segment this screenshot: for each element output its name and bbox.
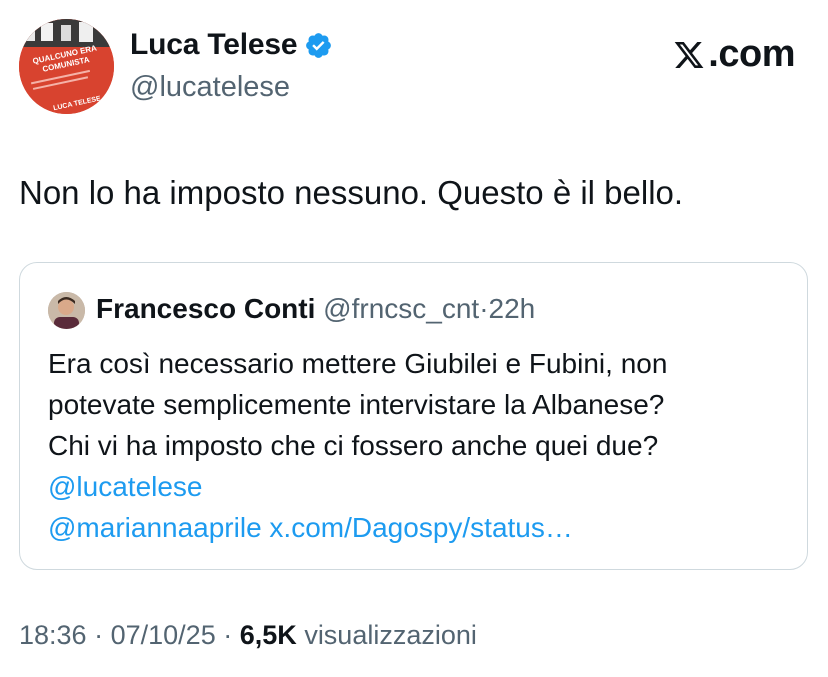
quoted-time[interactable]: 22h	[489, 293, 536, 324]
author-name[interactable]: Luca Telese	[130, 28, 298, 62]
quoted-text-line: potevate semplicemente intervistare la A…	[48, 389, 665, 420]
tweet-text: Non lo ha imposto nessuno. Questo è il b…	[19, 174, 684, 211]
mention-link[interactable]: @lucatelese	[48, 466, 793, 507]
x-logo-icon	[674, 41, 704, 68]
footer-separator: ·	[94, 620, 104, 650]
quoted-text-line: Era così necessario mettere Giubilei e F…	[48, 348, 668, 379]
brand-domain: .com	[708, 33, 795, 75]
quoted-header: Francesco Conti @frncsc_cnt·22h	[96, 293, 535, 325]
quoted-avatar[interactable]	[48, 292, 85, 329]
status-link[interactable]: x.com/Dagospy/status…	[269, 512, 572, 543]
footer-separator: ·	[223, 620, 233, 650]
author-avatar[interactable]: QUALCUNO ERA COMUNISTA LUCA TELESE	[19, 19, 114, 114]
tweet-footer: 18:36 · 07/10/25 · 6,5K visualizzazioni	[19, 620, 477, 651]
views-label: visualizzazioni	[304, 620, 477, 650]
quoted-author-name[interactable]: Francesco Conti	[96, 293, 315, 324]
quoted-tweet[interactable]: Francesco Conti @frncsc_cnt·22h Era così…	[19, 262, 808, 570]
post-time[interactable]: 18:36	[19, 620, 87, 650]
views-count: 6,5K	[239, 620, 297, 650]
quoted-text: Era così necessario mettere Giubilei e F…	[48, 343, 793, 548]
author-name-row: Luca Telese	[130, 28, 333, 62]
verified-badge-icon	[304, 31, 333, 60]
mention-link[interactable]: @mariannaaprile	[48, 512, 262, 543]
quoted-text-line: Chi vi ha imposto che ci fossero anche q…	[48, 430, 659, 461]
quoted-author-handle[interactable]: @frncsc_cnt	[323, 293, 479, 324]
quoted-separator: ·	[479, 293, 489, 324]
post-date[interactable]: 07/10/25	[111, 620, 216, 650]
brand-logo: .com	[672, 33, 795, 76]
author-handle[interactable]: @lucatelese	[130, 71, 290, 104]
